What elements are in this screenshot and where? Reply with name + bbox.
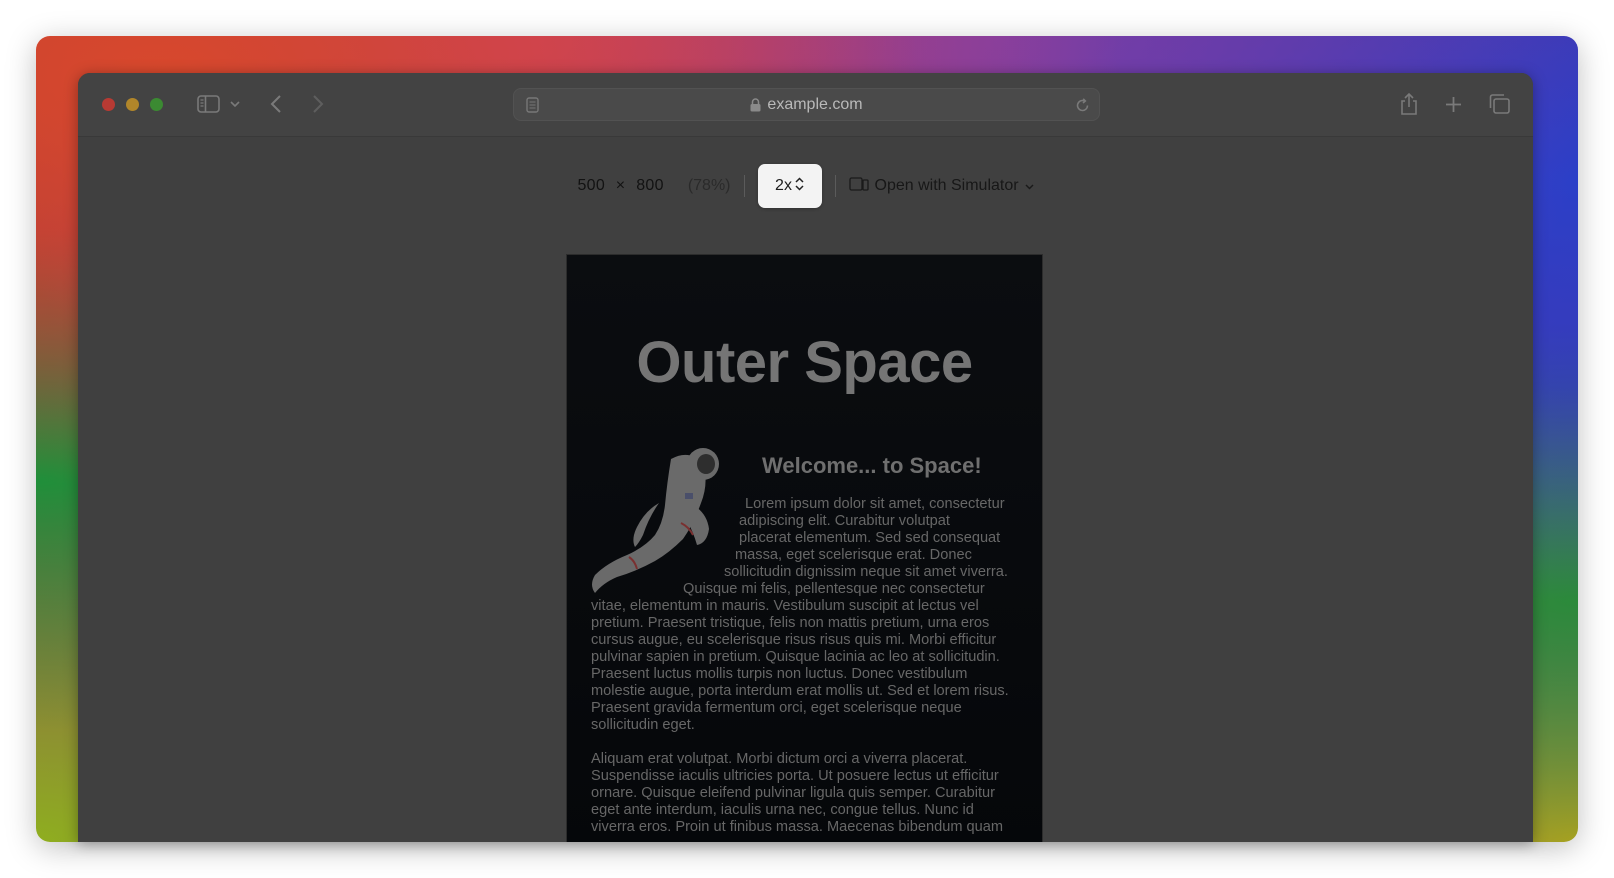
url-text: example.com	[767, 95, 863, 113]
viewport-width[interactable]: 500	[577, 177, 605, 194]
dimension-separator: ×	[615, 177, 626, 194]
open-with-simulator-button[interactable]: Open with Simulator	[848, 176, 1034, 196]
browser-window: example.com 500 × 800 (78%) 2x Open with…	[78, 73, 1533, 842]
welcome-heading: Welcome... to Space!	[762, 453, 982, 478]
pixel-ratio-selector[interactable]: 2x	[757, 164, 822, 208]
text-line: sollicitudin dignissim neque sit amet vi…	[724, 564, 1008, 580]
sidebar-icon[interactable]	[194, 89, 222, 119]
up-down-chevron-icon	[795, 176, 804, 196]
text-line: cursus augue, eu scelerisque risus risus…	[591, 632, 997, 648]
tabs-overview-icon[interactable]	[1487, 89, 1511, 119]
simulator-label: Open with Simulator	[874, 177, 1019, 194]
close-window-button[interactable]	[102, 98, 115, 111]
text-line: pretium. Praesent tristique, felis non m…	[591, 615, 990, 631]
pixel-ratio-label: 2x	[775, 177, 792, 194]
text-line: Aliquam erat volutpat. Morbi dictum orci…	[591, 751, 968, 767]
responsive-controls: 500 × 800 (78%) 2x Open with Simulator	[78, 163, 1533, 209]
text-line: Lorem ipsum dolor sit amet, consectetur	[745, 496, 1005, 512]
text-line: molestie augue, porta interdum erat moll…	[591, 683, 1009, 699]
minimize-window-button[interactable]	[126, 98, 139, 111]
text-line: viverra eros. Proin ut finibus massa. Ma…	[591, 819, 1004, 835]
browser-toolbar: example.com	[78, 73, 1533, 137]
device-icon	[848, 176, 869, 196]
address-bar[interactable]: example.com	[513, 88, 1100, 121]
text-line: Quisque mi felis, pellentesque nec conse…	[683, 581, 985, 597]
chevron-down-icon[interactable]	[228, 89, 242, 119]
forward-icon[interactable]	[308, 89, 328, 119]
lock-icon	[750, 97, 761, 112]
responsive-design-mode: 500 × 800 (78%) 2x Open with Simulator O…	[78, 137, 1533, 842]
viewport-dimensions[interactable]: 500 × 800	[577, 177, 663, 195]
text-line: massa, eget scelerisque erat. Donec	[735, 547, 972, 563]
new-tab-icon[interactable]	[1442, 89, 1464, 119]
viewport-height[interactable]: 800	[636, 177, 664, 194]
text-line: pulvinar sapien in pretium. Quisque laci…	[591, 649, 1000, 665]
divider	[743, 175, 745, 197]
text-line: sollicitudin eget.	[591, 717, 695, 733]
back-icon[interactable]	[266, 89, 286, 119]
astronaut-image	[592, 448, 719, 593]
zoom-percentage: (78%)	[687, 177, 731, 194]
chevron-down-icon	[1025, 177, 1034, 195]
text-line: placerat elementum. Sed sed consequat	[739, 530, 1001, 546]
divider	[834, 175, 836, 197]
text-line: vitae, elementum in mauris. Vestibulum s…	[591, 598, 979, 614]
share-icon[interactable]	[1398, 89, 1420, 119]
text-line: ornare. Quisque eleifend pulvinar ligula…	[591, 785, 995, 801]
text-line: Praesent gravida fermentum orci, eget sc…	[591, 700, 962, 716]
text-line: adipiscing elit. Curabitur volutpat	[739, 513, 950, 529]
maximize-window-button[interactable]	[150, 98, 163, 111]
reload-icon[interactable]	[1073, 90, 1091, 120]
text-line: Suspendisse iaculis ultricies porta. Ut …	[591, 768, 999, 784]
device-viewport[interactable]: Outer Space Welcome... to Space! Lorem i…	[567, 255, 1042, 842]
text-line: eget ante interdum, iaculis urna nec, co…	[591, 802, 974, 818]
page-title: Outer Space	[636, 330, 973, 395]
text-line: Praesent luctus mollis turpis non luctus…	[591, 666, 968, 682]
url-display[interactable]: example.com	[514, 89, 1099, 120]
